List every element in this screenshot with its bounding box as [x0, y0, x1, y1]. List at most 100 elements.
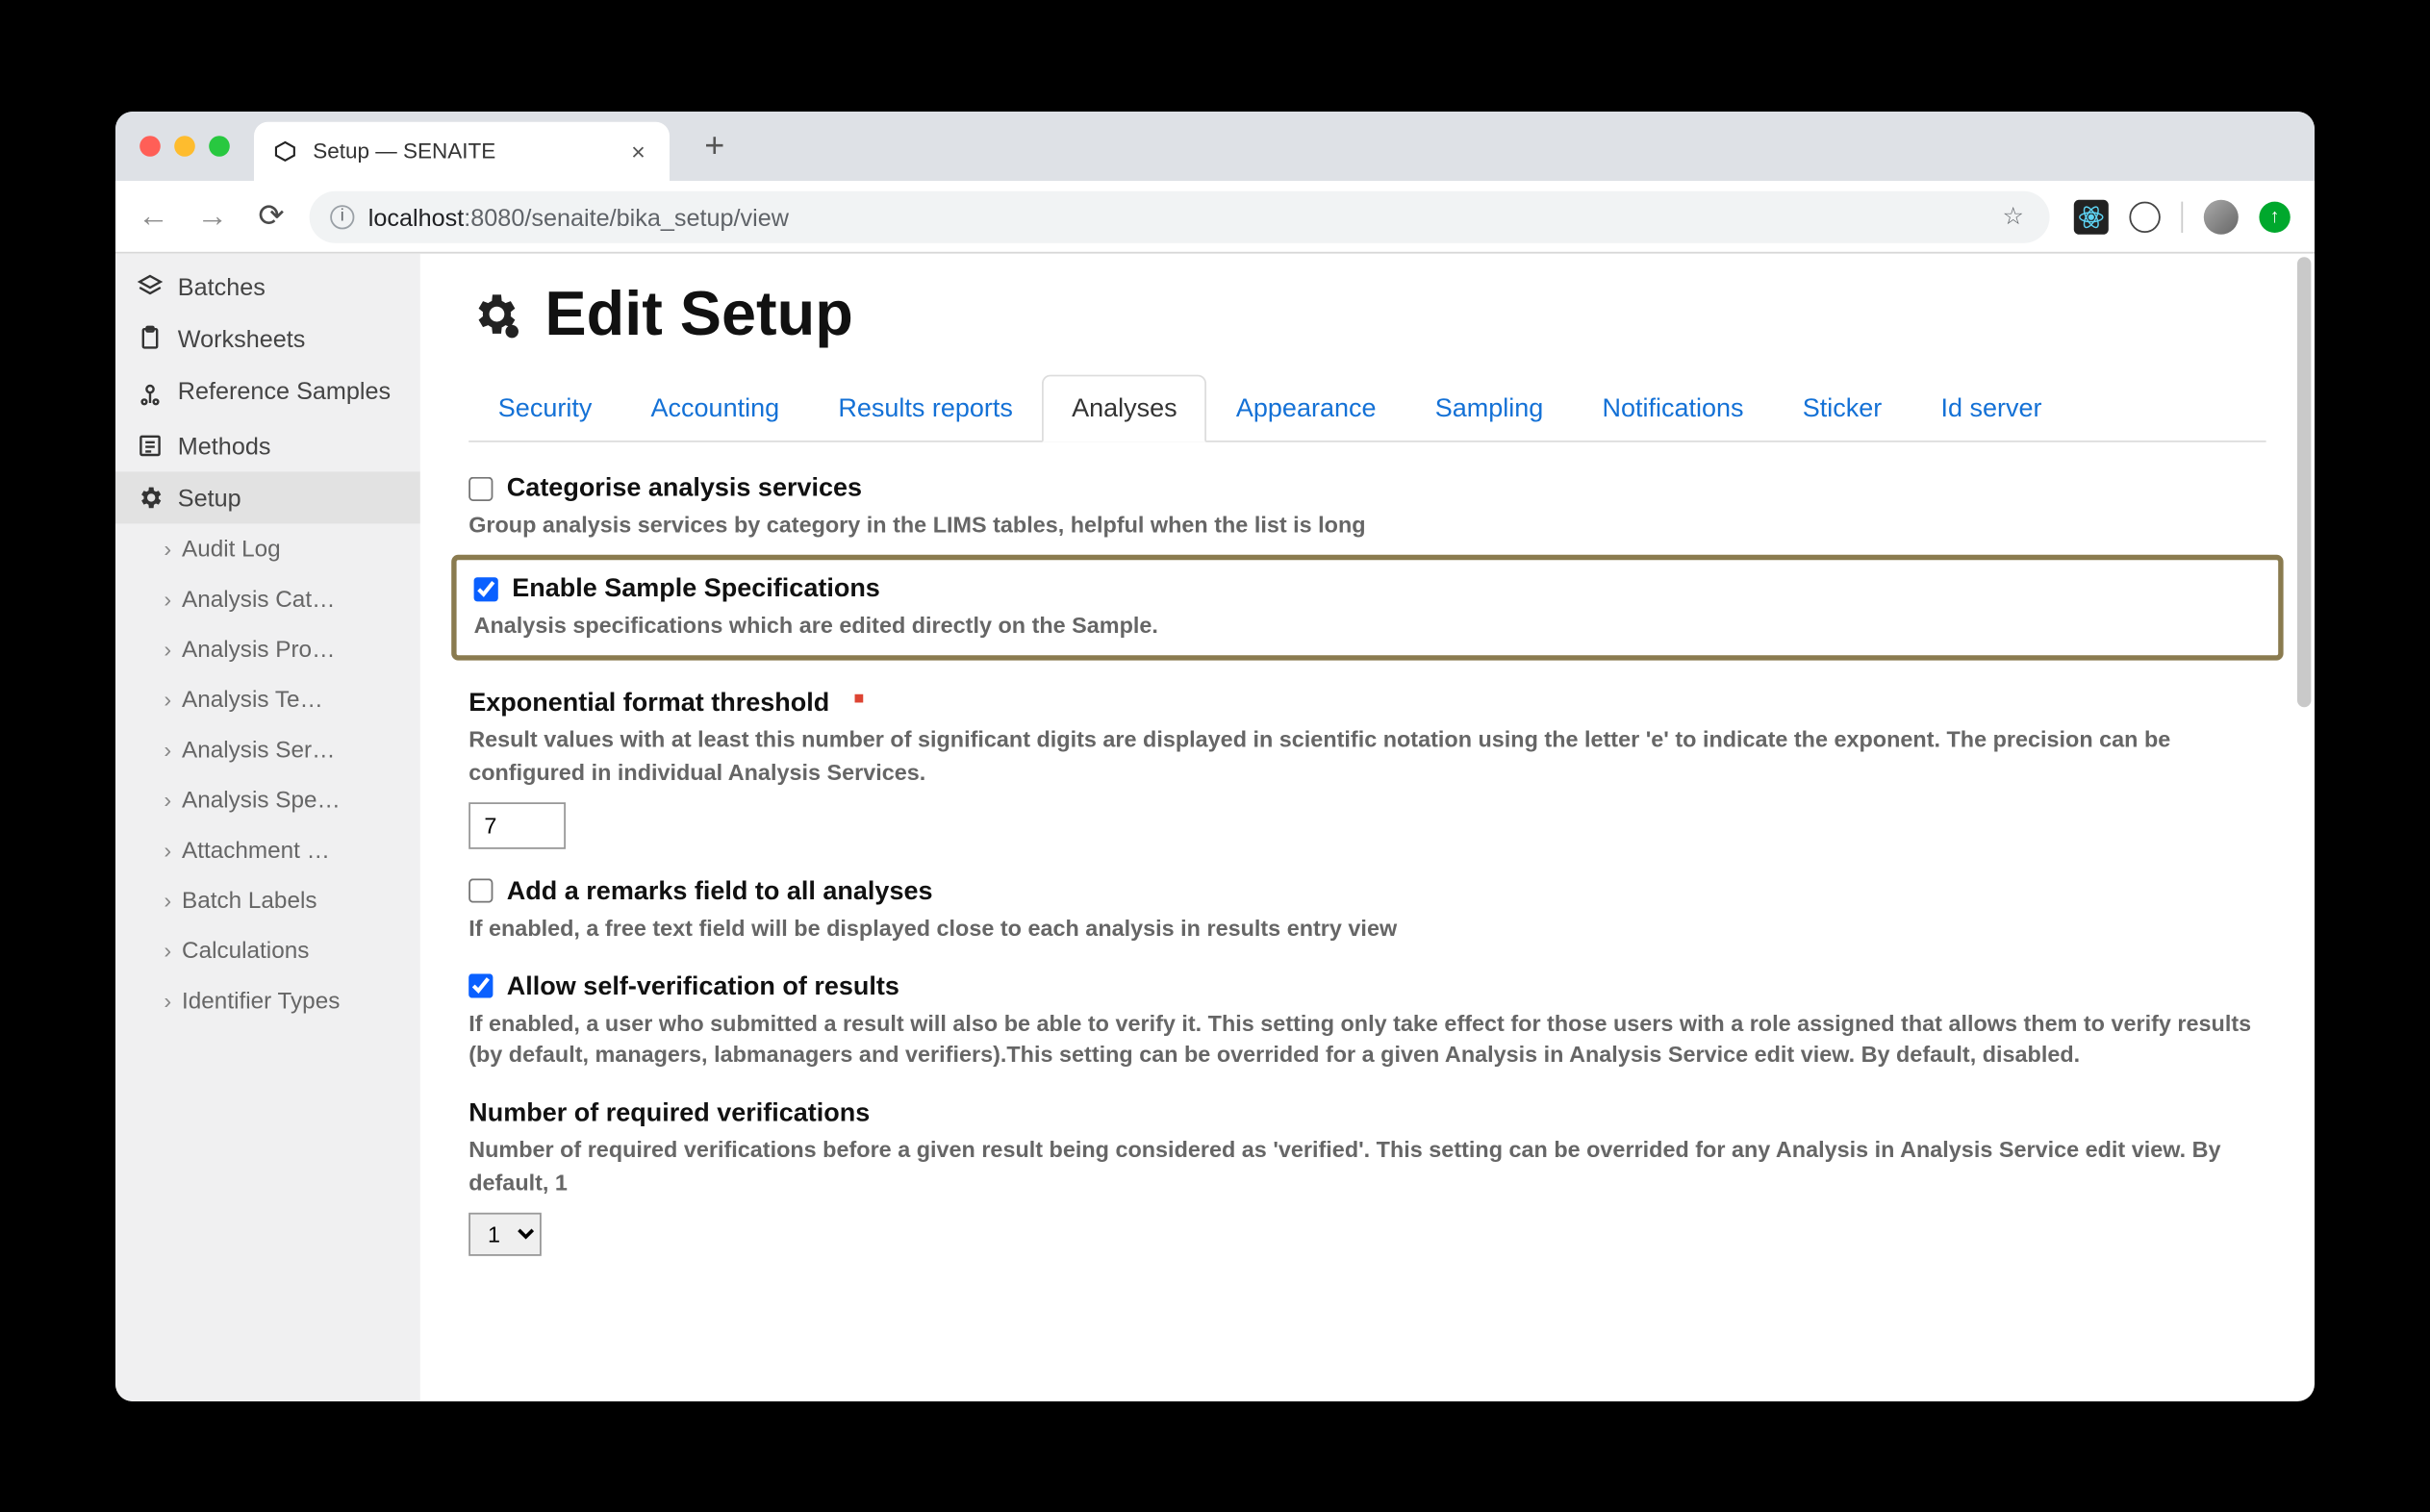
new-tab-button[interactable]: +	[691, 121, 739, 169]
window-close[interactable]	[139, 136, 161, 157]
field-description: Result values with at least this number …	[468, 724, 2265, 787]
tab-analyses[interactable]: Analyses	[1043, 374, 1207, 441]
profile-avatar-icon[interactable]	[2204, 198, 2239, 233]
field-num-verifications: Number of required verifications Number …	[468, 1098, 2265, 1255]
sidebar-item-batches[interactable]: Batches	[115, 260, 420, 312]
reload-button[interactable]: ⟳	[250, 195, 291, 237]
chevron-right-icon: ›	[164, 887, 171, 913]
window-controls[interactable]	[139, 136, 230, 157]
setup-tabs: Security Accounting Results reports Anal…	[468, 374, 2265, 441]
bookmark-star-icon[interactable]: ☆	[1998, 200, 2029, 231]
tab-results-reports[interactable]: Results reports	[809, 374, 1043, 441]
chevron-right-icon: ›	[164, 686, 171, 712]
field-label: Add a remarks field to all analyses	[507, 876, 933, 906]
url-host: localhost	[368, 202, 464, 230]
sidebar-sub-attachment-types[interactable]: ›Attachment …	[115, 824, 420, 874]
categorise-checkbox[interactable]	[468, 475, 493, 499]
sidebar-sub-batch-labels[interactable]: ›Batch Labels	[115, 874, 420, 924]
browser-toolbar: ← → ⟳ i localhost:8080/senaite/bika_setu…	[115, 181, 2315, 254]
stack-icon	[137, 272, 165, 300]
sidebar-sub-analysis-categories[interactable]: ›Analysis Cat…	[115, 573, 420, 623]
gear-icon	[137, 484, 165, 512]
tab-appearance[interactable]: Appearance	[1206, 374, 1405, 441]
site-info-icon[interactable]: i	[330, 204, 354, 228]
sidebar-sub-analysis-templates[interactable]: ›Analysis Te…	[115, 674, 420, 724]
field-label: Number of required verifications	[468, 1098, 870, 1128]
tab-id-server[interactable]: Id server	[1911, 374, 2071, 441]
field-label: Allow self-verification of results	[507, 971, 899, 1001]
clipboard-icon	[137, 324, 165, 352]
chevron-right-icon: ›	[164, 536, 171, 562]
tab-security[interactable]: Security	[468, 374, 621, 441]
chevron-right-icon: ›	[164, 937, 171, 963]
sidebar-sub-analysis-specs[interactable]: ›Analysis Spe…	[115, 774, 420, 824]
field-description: Number of required verifications before …	[468, 1135, 2265, 1197]
sidebar-sub-calculations[interactable]: ›Calculations	[115, 925, 420, 975]
pin-icon	[137, 380, 165, 408]
field-description: Group analysis services by category in t…	[468, 510, 2265, 542]
update-available-icon[interactable]: ↑	[2259, 200, 2290, 231]
tab-sampling[interactable]: Sampling	[1405, 374, 1573, 441]
field-exponential-threshold: Exponential format threshold ■ Result va…	[468, 689, 2265, 848]
sidebar-sub-audit-log[interactable]: ›Audit Log	[115, 523, 420, 573]
tab-strip: Setup — SENAITE × +	[115, 112, 2315, 181]
field-categorise: Categorise analysis services Group analy…	[468, 473, 2265, 542]
forward-button[interactable]: →	[191, 195, 233, 237]
tab-notifications[interactable]: Notifications	[1573, 374, 1773, 441]
address-bar[interactable]: i localhost:8080/senaite/bika_setup/view…	[310, 189, 2050, 241]
back-button[interactable]: ←	[133, 195, 174, 237]
sidebar-item-label: Setup	[178, 484, 241, 512]
enable-specs-checkbox[interactable]	[474, 576, 498, 600]
url-port: :8080	[464, 202, 524, 230]
browser-tab[interactable]: Setup — SENAITE ×	[254, 121, 670, 180]
react-devtools-icon[interactable]	[2074, 198, 2109, 233]
sidebar-item-methods[interactable]: Methods	[115, 419, 420, 471]
required-marker: ■	[853, 690, 864, 709]
field-label: Enable Sample Specifications	[512, 573, 880, 603]
field-label: Exponential format threshold	[468, 689, 829, 718]
page-header: Edit Setup	[468, 277, 2265, 350]
sidebar-sub-analysis-profiles[interactable]: ›Analysis Pro…	[115, 623, 420, 673]
field-description: Analysis specifications which are edited…	[474, 610, 2262, 642]
self-verify-checkbox[interactable]	[468, 974, 493, 998]
chevron-right-icon: ›	[164, 987, 171, 1013]
sidebar: Batches Worksheets Reference Samples Met…	[115, 253, 420, 1400]
sidebar-item-label: Reference Samples	[178, 376, 391, 404]
extension-icons: ↑	[2067, 198, 2297, 233]
main-content: Edit Setup Security Accounting Results r…	[420, 253, 2315, 1400]
field-remarks: Add a remarks field to all analyses If e…	[468, 876, 2265, 945]
sidebar-sub-identifier-types[interactable]: ›Identifier Types	[115, 975, 420, 1025]
scrollbar[interactable]	[2297, 257, 2311, 707]
sidebar-sub-analysis-services[interactable]: ›Analysis Ser…	[115, 724, 420, 774]
sidebar-item-worksheets[interactable]: Worksheets	[115, 312, 420, 364]
field-enable-specs: Enable Sample Specifications Analysis sp…	[474, 573, 2262, 642]
sidebar-item-label: Batches	[178, 272, 266, 300]
browser-window: Setup — SENAITE × + ← → ⟳ i localhost:80…	[115, 112, 2315, 1401]
sidebar-item-label: Worksheets	[178, 324, 306, 352]
chevron-right-icon: ›	[164, 586, 171, 612]
window-maximize[interactable]	[209, 136, 230, 157]
sidebar-item-setup[interactable]: Setup	[115, 471, 420, 523]
chevron-right-icon: ›	[164, 736, 171, 762]
page-content: Batches Worksheets Reference Samples Met…	[115, 253, 2315, 1400]
window-minimize[interactable]	[174, 136, 195, 157]
num-verifications-select[interactable]: 1	[468, 1212, 542, 1255]
chevron-right-icon: ›	[164, 837, 171, 863]
field-self-verify: Allow self-verification of results If en…	[468, 971, 2265, 1071]
sidebar-item-reference-samples[interactable]: Reference Samples	[115, 364, 420, 419]
tab-accounting[interactable]: Accounting	[621, 374, 809, 441]
sync-extension-icon[interactable]	[2129, 200, 2160, 231]
tab-favicon	[271, 138, 299, 165]
page-title: Edit Setup	[544, 277, 852, 350]
exponential-threshold-input[interactable]	[468, 801, 566, 848]
tab-close-icon[interactable]: ×	[624, 138, 652, 165]
tab-title: Setup — SENAITE	[313, 139, 610, 163]
highlighted-field: Enable Sample Specifications Analysis sp…	[451, 555, 2283, 661]
field-label: Categorise analysis services	[507, 473, 862, 503]
tab-sticker[interactable]: Sticker	[1773, 374, 1911, 441]
chevron-right-icon: ›	[164, 636, 171, 662]
sidebar-item-label: Methods	[178, 432, 271, 460]
chevron-right-icon: ›	[164, 787, 171, 813]
url-path: /senaite/bika_setup/view	[524, 202, 789, 230]
remarks-checkbox[interactable]	[468, 878, 493, 902]
